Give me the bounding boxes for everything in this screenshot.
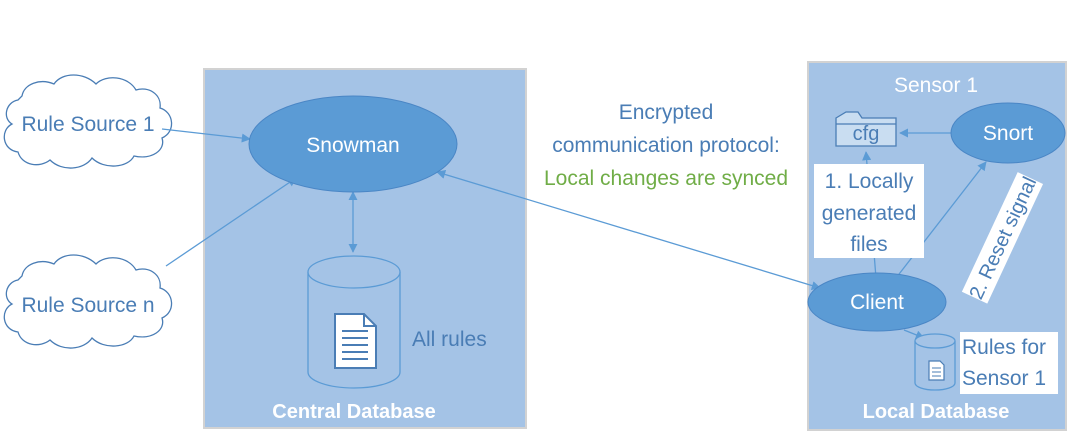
local-database-label: Local Database xyxy=(863,401,1010,423)
generated-files-line-3: files xyxy=(850,233,887,256)
generated-files-line-1: 1. Locally xyxy=(825,170,914,193)
client-label: Client xyxy=(850,291,904,314)
central-database-label: Central Database xyxy=(272,401,435,423)
architecture-diagram: Rule Source 1 Rule Source n Snowman All … xyxy=(3,61,1067,431)
document-icon xyxy=(334,313,377,369)
protocol-line-3: Local changes are synced xyxy=(544,167,788,190)
generated-files-line-2: generated xyxy=(822,202,917,225)
all-rules-label: All rules xyxy=(412,328,487,351)
protocol-line-2: communication protocol: xyxy=(552,134,780,157)
snowman-label: Snowman xyxy=(306,134,399,157)
rules-for-sensor-line-2: Sensor 1 xyxy=(962,367,1046,390)
snort-label: Snort xyxy=(983,122,1033,145)
sensor-title: Sensor 1 xyxy=(894,74,978,97)
cfg-label: cfg xyxy=(853,123,880,145)
rules-for-sensor-line-1: Rules for xyxy=(962,336,1046,359)
protocol-line-1: Encrypted xyxy=(619,101,714,124)
rule-source-n-label: Rule Source n xyxy=(21,294,154,317)
rule-source-1-label: Rule Source 1 xyxy=(21,113,154,136)
database-cylinder-icon xyxy=(914,333,956,391)
